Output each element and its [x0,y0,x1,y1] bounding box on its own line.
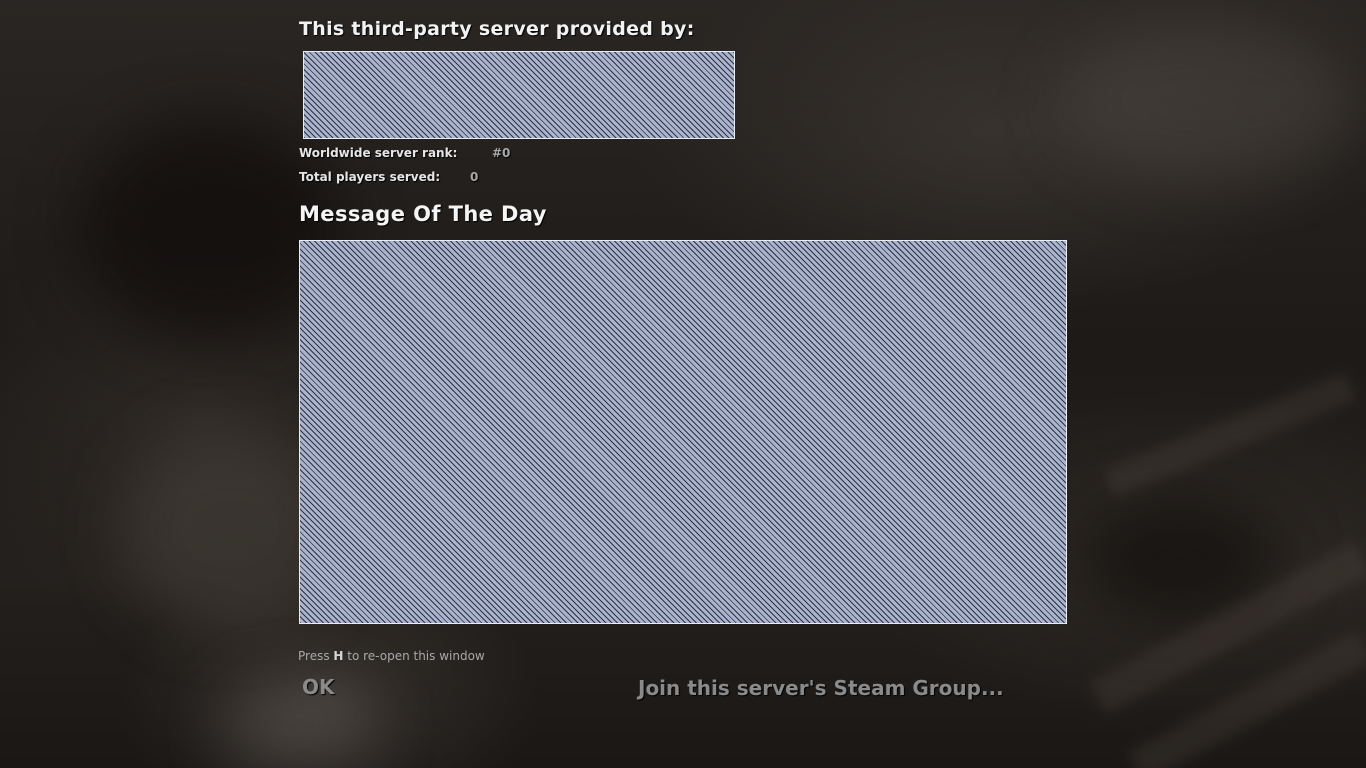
background-shape [1060,20,1360,180]
provided-by-heading: This third-party server provided by: [299,18,695,40]
background-shape [1103,372,1357,498]
background-shape [220,680,380,768]
server-logo-placeholder [303,51,735,139]
motd-heading: Message Of The Day [299,202,547,226]
reopen-hint-key: H [333,649,344,663]
reopen-hint: Press H to re-open this window [298,649,485,663]
background-shape [1127,630,1366,768]
reopen-hint-suffix: to re-open this window [343,649,485,663]
ok-button[interactable]: OK [302,675,335,699]
server-rank-label: Worldwide server rank: [299,146,458,160]
background-shape [1080,500,1280,620]
reopen-hint-prefix: Press [298,649,334,663]
join-steam-group-button[interactable]: Join this server's Steam Group... [638,676,1004,700]
players-served-value: 0 [470,170,479,184]
server-rank-value: #0 [492,146,511,160]
motd-screen: This third-party server provided by: Wor… [0,0,1366,768]
background-shape [1089,541,1366,715]
players-served-label: Total players served: [299,170,441,184]
motd-content-panel[interactable] [299,240,1067,624]
